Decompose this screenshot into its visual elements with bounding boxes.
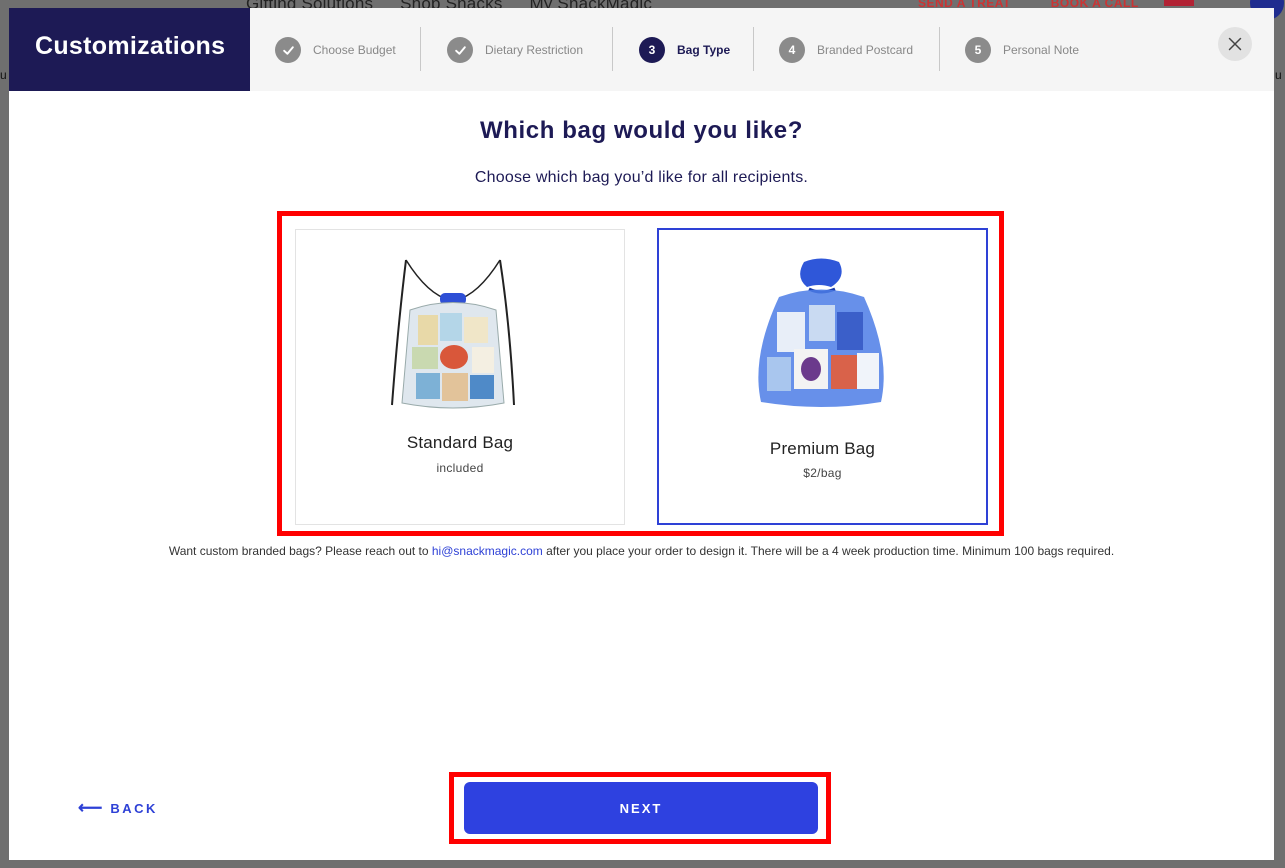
note-text-before: Want custom branded bags? Please reach o… — [168, 544, 432, 558]
arrow-left-icon: ⟵ — [78, 798, 103, 817]
step-divider — [420, 27, 421, 71]
check-icon — [447, 37, 473, 63]
background-fragment-left: u — [0, 68, 7, 82]
back-label: BACK — [110, 800, 158, 816]
customizations-modal: Customizations Choose Budget Dietary Res… — [9, 8, 1274, 860]
check-icon — [275, 37, 301, 63]
step-choose-budget[interactable]: Choose Budget — [275, 36, 396, 64]
custom-bag-note: Want custom branded bags? Please reach o… — [9, 544, 1274, 558]
step-number: 4 — [779, 37, 805, 63]
step-divider — [753, 27, 754, 71]
page-title: Which bag would you like? — [479, 117, 803, 144]
back-button[interactable]: ⟵ BACK — [78, 798, 158, 818]
step-bag-type[interactable]: 3 Bag Type — [639, 36, 730, 64]
step-personal-note[interactable]: 5 Personal Note — [965, 36, 1079, 64]
close-button[interactable] — [1218, 27, 1252, 61]
step-number: 5 — [965, 37, 991, 63]
step-label: Choose Budget — [313, 43, 396, 57]
step-label: Branded Postcard — [817, 43, 914, 57]
modal-title: Customizations — [9, 8, 250, 91]
flag-icon — [1164, 0, 1194, 6]
background-site-nav: Gifting Solutions Shop Snacks My SnackMa… — [0, 0, 1285, 20]
support-email-link[interactable]: hi@snackmagic.com — [432, 544, 543, 558]
step-divider — [612, 27, 613, 71]
annotation-highlight-options — [277, 211, 1004, 536]
close-icon — [1228, 37, 1242, 51]
step-dietary-restriction[interactable]: Dietary Restriction — [447, 36, 583, 64]
background-fragment-right: u — [1275, 68, 1282, 82]
step-divider — [939, 27, 940, 71]
modal-header: Customizations Choose Budget Dietary Res… — [9, 8, 1274, 91]
step-label: Bag Type — [677, 43, 731, 57]
step-label: Personal Note — [1003, 43, 1080, 57]
page-subtitle: Choose which bag you’d like for all reci… — [474, 169, 809, 186]
step-label: Dietary Restriction — [485, 43, 584, 57]
step-number: 3 — [639, 37, 665, 63]
note-text-after: after you place your order to design it.… — [542, 544, 1115, 558]
annotation-highlight-next — [449, 772, 831, 844]
step-branded-postcard[interactable]: 4 Branded Postcard — [779, 36, 913, 64]
